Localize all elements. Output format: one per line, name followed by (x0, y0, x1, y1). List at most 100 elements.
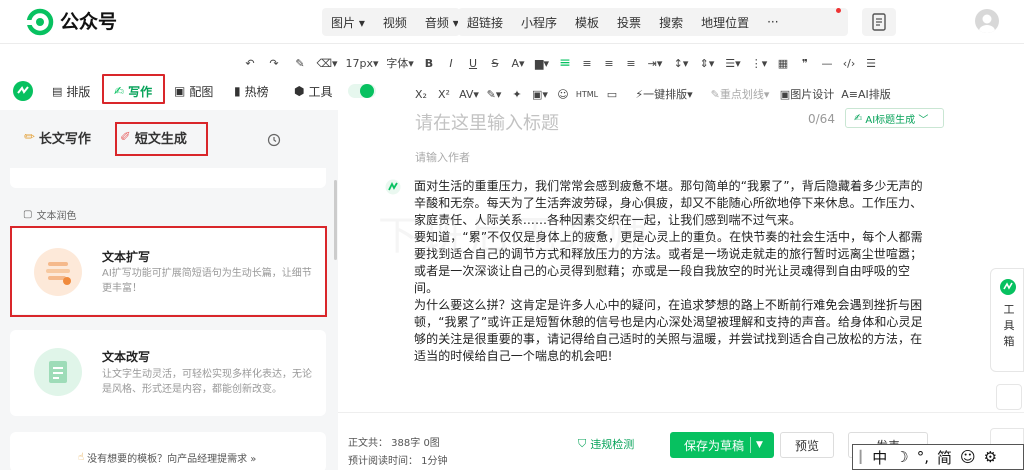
preview-button[interactable]: 预览 (780, 432, 834, 458)
strikethrough-icon[interactable]: S (484, 57, 506, 70)
paragraph: 为什么要这么拼？这肯定是许多人心中的疑问，在追求梦想的路上不断前行难免会遇到挫折… (414, 298, 923, 363)
user-icon (979, 14, 995, 33)
toolbox-label: 工具箱 (1003, 303, 1015, 348)
menu-vote[interactable]: 投票 (608, 14, 650, 31)
image-insert-icon[interactable]: ▣▾ (528, 88, 552, 101)
divider (750, 437, 751, 453)
clear-format-icon[interactable]: ⌫▾ (312, 57, 342, 70)
scrollbar[interactable] (334, 180, 337, 260)
align-left-icon[interactable]: ≡ (554, 55, 576, 71)
menu-template[interactable]: 模板 (566, 14, 608, 31)
menu-image[interactable]: 图片 ▾ (322, 14, 374, 31)
paragraph-spacing-icon[interactable]: ⇕▾ (694, 57, 720, 70)
scroll-top-button[interactable] (996, 384, 1022, 410)
violation-check-button[interactable]: ⛉ 违规检测 (578, 436, 634, 452)
ime-lang[interactable]: 中 (868, 447, 891, 468)
word-count: 正文共： 388字 0图 (348, 438, 440, 449)
media-menu: 图片 ▾ 视频 音频 ▾ (322, 8, 460, 36)
font-color-icon[interactable]: A▾ (506, 57, 530, 70)
rewrite-icon (34, 348, 82, 396)
code-icon[interactable]: ‹/› (838, 57, 860, 70)
redo-icon[interactable]: ↷ (260, 57, 288, 70)
italic-icon[interactable]: I (440, 57, 462, 70)
one-click-layout[interactable]: ⚡ 一键排版 ▾ (624, 86, 704, 102)
emoji-icon[interactable]: ☺ (956, 448, 980, 466)
superscript-icon[interactable]: X² (432, 88, 456, 101)
tool-hot[interactable]: ▮ 热榜 (234, 78, 269, 104)
indent-icon[interactable]: ⇥▾ (642, 57, 668, 70)
unordered-list-icon[interactable]: ☰▾ (720, 57, 746, 70)
menu-hyperlink[interactable]: 超链接 (458, 14, 512, 31)
html-icon[interactable]: HTML (574, 90, 600, 99)
highlight-box (102, 74, 165, 104)
image-icon: ▣ (174, 84, 186, 98)
line-height-icon[interactable]: ↕▾ (668, 57, 694, 70)
document-button[interactable] (862, 8, 896, 36)
tool-image[interactable]: ▣ 配图 (174, 78, 213, 104)
quote-icon[interactable]: ❞ (794, 57, 816, 70)
tool-layout[interactable]: ▤ 排版 (52, 78, 90, 104)
menu-location[interactable]: 地理位置 (692, 14, 758, 31)
grip-icon: ┃ (857, 450, 865, 464)
chevron-down-icon[interactable]: ▼ (756, 440, 763, 450)
ime-bar[interactable]: ┃ 中 ☽ °, 简 ☺ ⚙ (852, 444, 1024, 470)
document-icon (872, 13, 886, 31)
watermark: 下班后无米师 (378, 213, 654, 259)
read-time: 预计阅读时间： 1分钟 (348, 456, 448, 467)
history-icon[interactable] (267, 133, 281, 147)
bookmark-icon: ▮ (234, 84, 241, 98)
menu-miniprogram[interactable]: 小程序 (512, 14, 566, 31)
image-design[interactable]: ▣ 图片设计 (776, 86, 838, 102)
avatar[interactable] (975, 9, 999, 33)
card-partial (10, 168, 326, 188)
tool-tools[interactable]: ⬢ 工具 (294, 78, 333, 104)
assistant-logo-icon[interactable] (12, 78, 34, 104)
highlight-line[interactable]: ✎ 重点划线 ▾ (704, 86, 776, 102)
card-title: 文本改写 (102, 350, 151, 364)
font-select[interactable]: 字体 ▾ (382, 55, 418, 71)
align-center-icon[interactable]: ≡ (576, 57, 598, 70)
divider-icon[interactable]: — (816, 57, 838, 70)
ime-simplified[interactable]: 简 (933, 447, 956, 468)
font-size-select[interactable]: 17px ▾ (342, 57, 382, 70)
bold-icon[interactable]: B (418, 57, 440, 70)
background-color-icon[interactable]: ▆▾ (530, 57, 554, 70)
tab-long-writing[interactable]: ✏ 长文写作 (24, 128, 91, 147)
author-input[interactable]: 请输入作者 (415, 149, 470, 165)
toggle-switch[interactable] (348, 78, 376, 104)
more-icon[interactable]: ☰ (860, 57, 882, 70)
table-icon[interactable]: ▦ (772, 57, 794, 70)
feedback-hint[interactable]: ☝ 没有想要的模板？向产品经理提需求 » (78, 448, 278, 466)
card-rewrite[interactable]: 文本改写 让文字生动灵活，可轻松实现多样化表达，无论是风格、形式还是内容，都能创… (10, 330, 326, 416)
subscript-icon[interactable]: X₂ (410, 88, 432, 101)
gear-icon[interactable]: ⚙ (980, 448, 1001, 466)
briefcase-icon[interactable]: ▭ (600, 88, 624, 101)
ai-icon: ✍ (854, 112, 863, 124)
punctuation-icon[interactable]: °, (913, 448, 933, 466)
assistant-icon[interactable] (385, 179, 401, 195)
save-draft-button[interactable]: 保存为草稿 ▼ (670, 432, 774, 458)
insert-menu: 超链接 小程序 模板 投票 搜索 地理位置 ··· (458, 8, 848, 36)
ai-title-button[interactable]: ✍ AI标题生成 ﹀ (845, 108, 944, 128)
undo-icon[interactable]: ↶ (240, 57, 260, 70)
emphasis-icon[interactable]: ✎▾ (482, 88, 506, 101)
justify-icon[interactable]: ≡ (620, 57, 642, 70)
notification-dot (836, 8, 841, 13)
letter-spacing-icon[interactable]: AV▾ (456, 88, 482, 101)
menu-video[interactable]: 视频 (374, 14, 416, 31)
magic-icon[interactable]: ✦ (506, 88, 528, 101)
menu-more[interactable]: ··· (758, 15, 787, 29)
hand-icon: ☝ (78, 451, 85, 463)
menu-search[interactable]: 搜索 (650, 14, 692, 31)
align-right-icon[interactable]: ≡ (598, 57, 620, 70)
document-icon: ▢ (23, 209, 33, 220)
brand-title: 公众号 (60, 11, 118, 33)
title-input[interactable]: 请在这里输入标题 (415, 109, 559, 135)
emoji-icon[interactable]: ☺ (552, 88, 574, 101)
pencil-icon: ✏ (24, 130, 35, 145)
format-painter-icon[interactable]: ✎ (288, 57, 312, 70)
ai-layout[interactable]: A≡ AI排版 (838, 86, 894, 102)
underline-icon[interactable]: U (462, 57, 484, 70)
ordered-list-icon[interactable]: ⋮▾ (746, 57, 772, 70)
moon-icon[interactable]: ☽ (891, 448, 912, 466)
